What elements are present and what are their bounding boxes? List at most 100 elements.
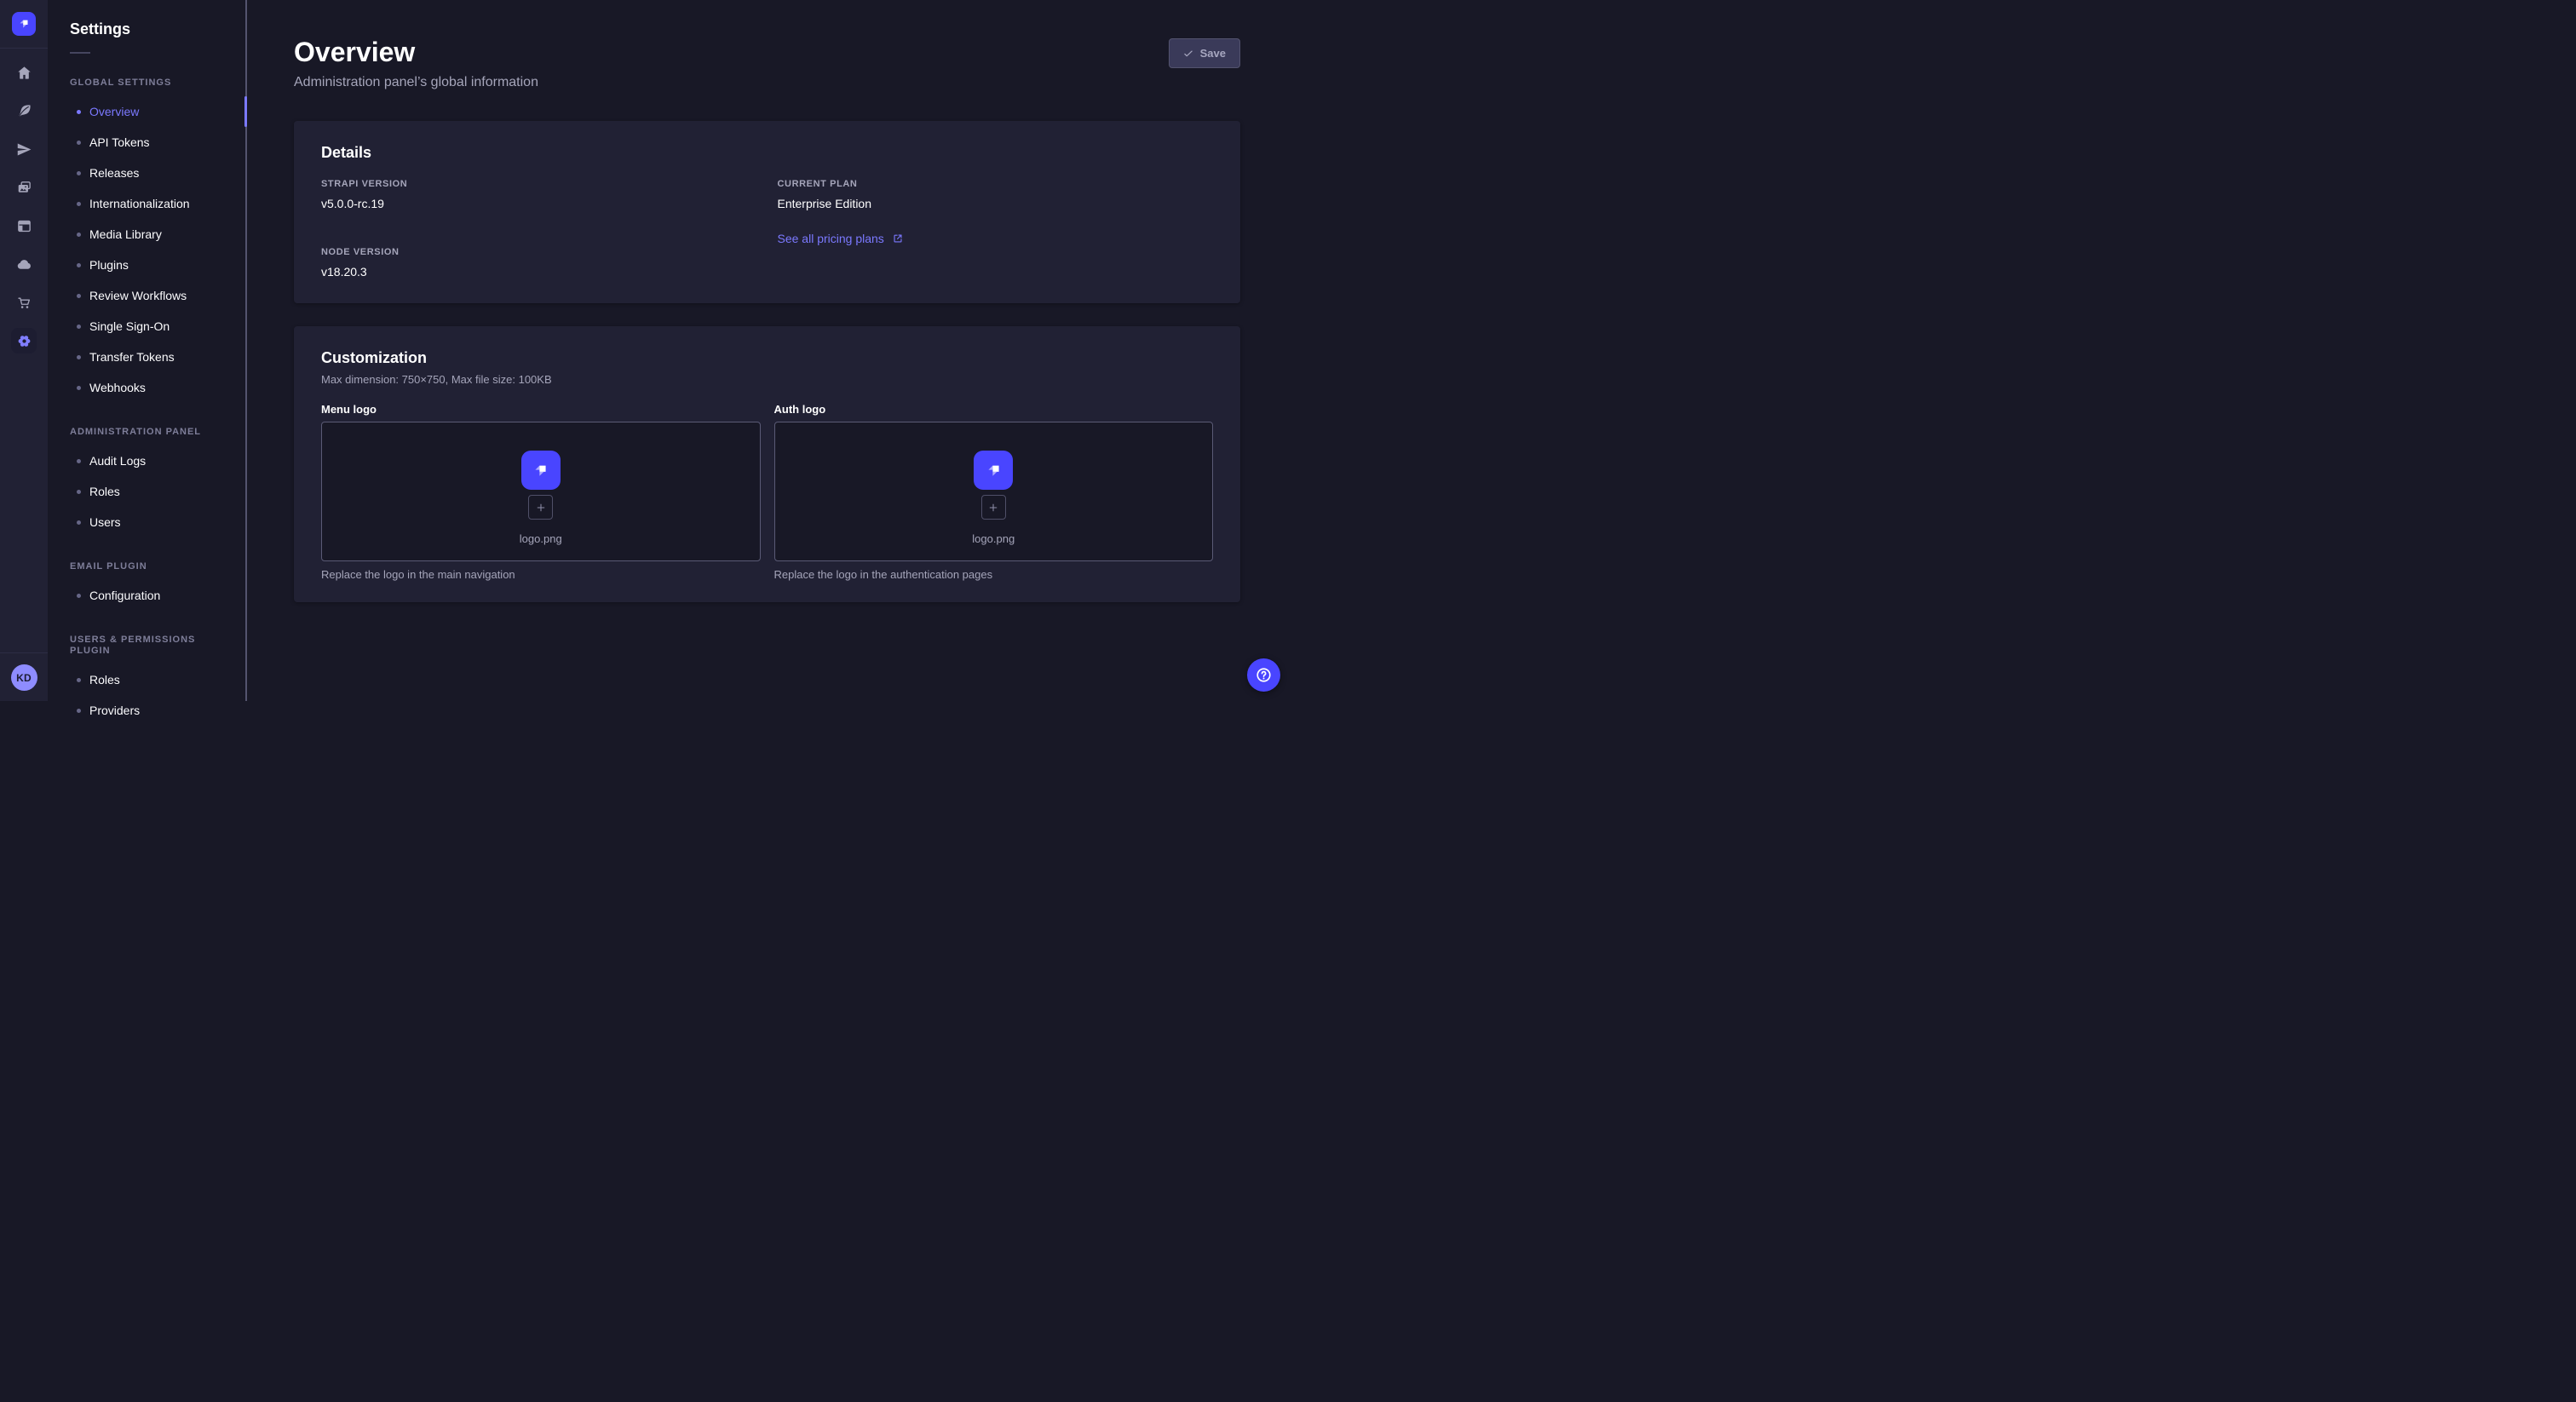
logo-field-hint: Replace the logo in the authentication p… — [774, 568, 1214, 582]
details-left-column: STRAPI VERSION v5.0.0-rc.19 NODE VERSION… — [321, 179, 757, 279]
nav-section-header: ADMINISTRATION PANEL — [70, 422, 233, 445]
field-value: v5.0.0-rc.19 — [321, 196, 757, 211]
gear-icon[interactable] — [11, 328, 37, 353]
current-plan-field: CURRENT PLAN Enterprise Edition — [778, 179, 1214, 211]
bullet-icon — [77, 520, 81, 525]
subnav-item-label: API Tokens — [89, 135, 150, 149]
page-title: Overview — [294, 36, 538, 68]
bullet-icon — [77, 355, 81, 359]
bullet-icon — [77, 459, 81, 463]
settings-subnav: Settings GLOBAL SETTINGSOverviewAPI Toke… — [48, 0, 247, 701]
subnav-item-providers[interactable]: Providers — [70, 695, 233, 726]
home-icon[interactable] — [11, 60, 37, 85]
customization-card-title: Customization — [321, 348, 1213, 367]
details-card-title: Details — [321, 143, 1213, 162]
nav-section-header: EMAIL PLUGIN — [70, 556, 233, 580]
subnav-item-label: Users — [89, 515, 121, 529]
subnav-item-overview[interactable]: Overview — [70, 96, 233, 127]
bullet-icon — [77, 490, 81, 494]
details-right-column: CURRENT PLAN Enterprise Edition See all … — [778, 179, 1214, 279]
subnav-item-api-tokens[interactable]: API Tokens — [70, 127, 233, 158]
bullet-icon — [77, 233, 81, 237]
node-version-field: NODE VERSION v18.20.3 — [321, 247, 757, 279]
subnav-item-label: Transfer Tokens — [89, 350, 175, 364]
strapi-logo-preview — [521, 451, 561, 490]
main-nav-rail: KD — [0, 0, 48, 701]
subnav-item-transfer-tokens[interactable]: Transfer Tokens — [70, 342, 233, 372]
save-button[interactable]: Save — [1169, 38, 1240, 68]
strapi-logo[interactable] — [12, 12, 36, 36]
subnav-item-label: Plugins — [89, 258, 129, 272]
cart-icon[interactable] — [11, 290, 37, 315]
subnav-item-label: Releases — [89, 166, 139, 180]
strapi-version-field: STRAPI VERSION v5.0.0-rc.19 — [321, 179, 757, 211]
subnav-item-label: Media Library — [89, 227, 162, 241]
cloud-icon[interactable] — [11, 251, 37, 277]
bullet-icon — [77, 294, 81, 298]
subnav-item-internationalization[interactable]: Internationalization — [70, 188, 233, 219]
rail-bottom: KD — [0, 652, 48, 701]
subnav-title: Settings — [70, 20, 233, 38]
plus-icon — [535, 502, 547, 514]
subnav-item-users[interactable]: Users — [70, 507, 233, 537]
subnav-item-media-library[interactable]: Media Library — [70, 219, 233, 250]
help-button[interactable] — [1247, 658, 1280, 692]
subnav-title-divider — [70, 52, 90, 54]
rail-nav — [11, 60, 37, 353]
subnav-item-audit-logs[interactable]: Audit Logs — [70, 445, 233, 476]
field-label: NODE VERSION — [321, 247, 757, 258]
bullet-icon — [77, 171, 81, 175]
logo-field-label: Auth logo — [774, 403, 1214, 417]
logo-field-hint: Replace the logo in the main navigation — [321, 568, 761, 582]
subnav-item-releases[interactable]: Releases — [70, 158, 233, 188]
subnav-item-label: Review Workflows — [89, 289, 187, 302]
field-value: v18.20.3 — [321, 264, 757, 279]
subnav-item-roles[interactable]: Roles — [70, 476, 233, 507]
logo-field-label: Menu logo — [321, 403, 761, 417]
subnav-item-single-sign-on[interactable]: Single Sign-On — [70, 311, 233, 342]
external-link-icon — [892, 233, 904, 244]
logo-file-name: logo.png — [520, 532, 562, 546]
bullet-icon — [77, 594, 81, 598]
customization-card: Customization Max dimension: 750×750, Ma… — [294, 326, 1240, 602]
add-logo-button[interactable] — [981, 495, 1006, 520]
bullet-icon — [77, 202, 81, 206]
subnav-item-label: Roles — [89, 673, 120, 687]
field-label: STRAPI VERSION — [321, 179, 757, 190]
layout-icon[interactable] — [11, 213, 37, 238]
paper-plane-icon[interactable] — [11, 136, 37, 162]
subnav-item-label: Single Sign-On — [89, 319, 170, 333]
subnav-item-configuration[interactable]: Configuration — [70, 580, 233, 611]
nav-section-users-permissions-plugin: USERS & PERMISSIONS PLUGINRolesProviders — [70, 629, 233, 726]
subnav-item-label: Audit Logs — [89, 454, 146, 468]
page-subtitle: Administration panel’s global informatio… — [294, 73, 538, 92]
subnav-item-review-workflows[interactable]: Review Workflows — [70, 280, 233, 311]
logo-upload-box[interactable]: logo.png — [321, 422, 761, 561]
field-value: Enterprise Edition — [778, 196, 1214, 211]
subnav-item-label: Configuration — [89, 589, 160, 602]
details-grid: STRAPI VERSION v5.0.0-rc.19 NODE VERSION… — [321, 179, 1213, 279]
main-content: Overview Administration panel’s global i… — [249, 0, 1288, 701]
bullet-icon — [77, 386, 81, 390]
rail-divider — [0, 652, 48, 653]
bullet-icon — [77, 141, 81, 145]
pricing-plans-link[interactable]: See all pricing plans — [778, 232, 904, 245]
add-logo-button[interactable] — [528, 495, 553, 520]
feather-icon[interactable] — [11, 98, 37, 124]
subnav-item-label: Providers — [89, 704, 140, 717]
pricing-plans-link-label: See all pricing plans — [778, 232, 884, 245]
logo-field-auth-logo: Auth logo logo.png Replace the logo in the… — [774, 403, 1214, 582]
subnav-item-plugins[interactable]: Plugins — [70, 250, 233, 280]
subnav-item-webhooks[interactable]: Webhooks — [70, 372, 233, 403]
bullet-icon — [77, 263, 81, 267]
bullet-icon — [77, 709, 81, 713]
pictures-icon[interactable] — [11, 175, 37, 200]
nav-section-administration-panel: ADMINISTRATION PANEL Audit Logs Roles Users — [70, 422, 233, 537]
avatar[interactable]: KD — [11, 664, 37, 691]
subnav-item-roles[interactable]: Roles — [70, 664, 233, 695]
logo-grid: Menu logo logo.png Replace the logo in the… — [321, 403, 1213, 582]
page-header: Overview Administration panel’s global i… — [294, 36, 1240, 92]
question-mark-icon — [1255, 666, 1273, 684]
page-header-text: Overview Administration panel’s global i… — [294, 36, 538, 92]
logo-upload-box[interactable]: logo.png — [774, 422, 1214, 561]
